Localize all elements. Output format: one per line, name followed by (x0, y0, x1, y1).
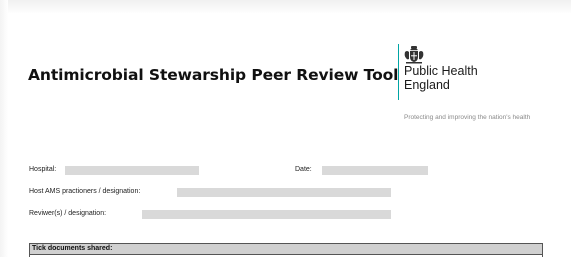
logo-text-public-health: Public Health (404, 64, 478, 78)
royal-crest-icon (404, 46, 424, 64)
reviewer-field[interactable] (142, 210, 391, 219)
documents-shared-table: Tick documents shared: (29, 243, 543, 257)
date-field[interactable] (322, 166, 428, 175)
documents-shared-header: Tick documents shared: (30, 244, 542, 255)
document-title: Antimicrobial Stewarship Peer Review Too… (28, 66, 399, 84)
hospital-field[interactable] (65, 166, 199, 175)
logo-strapline: Protecting and improving the nation's he… (404, 114, 531, 121)
document-page: Antimicrobial Stewarship Peer Review Too… (0, 0, 571, 257)
host-ams-label: Host AMS practioners / designation: (29, 188, 141, 195)
host-ams-field[interactable] (177, 188, 391, 197)
reviewer-label: Reviwer(s) / designation: (29, 210, 107, 217)
date-label: Date: (295, 166, 312, 173)
logo-divider (398, 44, 399, 100)
logo-text-england: England (404, 78, 450, 92)
documents-shared-label: Tick documents shared: (32, 245, 113, 252)
page-top-shadow (0, 0, 571, 14)
page-left-edge (0, 0, 8, 257)
hospital-label: Hospital: (29, 166, 57, 173)
